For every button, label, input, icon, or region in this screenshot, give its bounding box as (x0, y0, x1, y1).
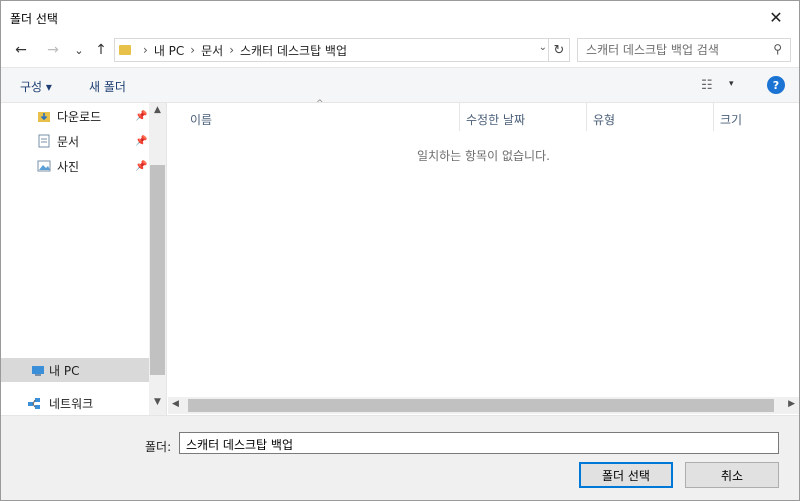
column-header-name[interactable]: 이름 (190, 107, 212, 131)
sidebar-item-downloads[interactable]: 다운로드 📌 (1, 104, 149, 128)
column-divider[interactable] (713, 103, 714, 131)
computer-icon (32, 366, 44, 376)
documents-icon (38, 134, 50, 148)
forward-button[interactable]: → (43, 41, 63, 59)
sidebar-item-network[interactable]: 네트워크 (1, 391, 149, 415)
close-icon: ✕ (769, 7, 783, 27)
scroll-down-icon[interactable]: ▼ (149, 397, 166, 413)
new-folder-button[interactable]: 새 폴더 (89, 78, 126, 95)
refresh-button[interactable]: ↻ (548, 39, 569, 61)
folder-field-label: 폴더: (145, 440, 172, 454)
folder-icon (119, 45, 131, 55)
dialog-title: 폴더 선택 (10, 12, 58, 26)
scrollbar-thumb[interactable] (188, 399, 774, 412)
scroll-left-icon[interactable]: ◀ (172, 399, 179, 409)
column-header-size[interactable]: 크기 (720, 107, 742, 131)
sidebar-item-label: 네트워크 (49, 396, 94, 411)
up-button[interactable]: ↑ (91, 41, 111, 59)
chevron-down-icon: ⌄ (74, 43, 84, 57)
scrollbar-thumb[interactable] (150, 165, 165, 375)
organize-button[interactable]: 구성 ▾ (20, 78, 52, 95)
search-input[interactable] (584, 41, 768, 59)
view-options-icon[interactable]: ☷ (701, 78, 713, 93)
recent-locations-button[interactable]: ⌄ (69, 41, 89, 59)
breadcrumb-separator: › (190, 43, 196, 57)
help-button[interactable]: ? (767, 76, 785, 94)
select-folder-button[interactable]: 폴더 선택 (579, 462, 673, 488)
sidebar-item-label: 내 PC (49, 363, 80, 378)
cancel-button[interactable]: 취소 (685, 462, 779, 488)
sidebar-item-this-pc[interactable]: 내 PC (1, 358, 149, 382)
pin-icon[interactable]: 📌 (135, 161, 147, 172)
up-arrow-icon: ↑ (95, 42, 107, 58)
download-folder-icon (38, 112, 50, 122)
file-list-pane: ^ 이름 수정한 날짜 유형 크기 일치하는 항목이 없습니다. ◀ ▶ (168, 99, 799, 415)
sidebar-item-label: 다운로드 (57, 109, 102, 124)
chevron-down-icon: ⌄ (538, 42, 547, 53)
breadcrumb-documents[interactable]: 문서 (201, 42, 223, 59)
navigation-pane-scrollbar[interactable]: ▲ ▼ (149, 103, 166, 415)
network-icon (28, 398, 40, 409)
column-divider[interactable] (586, 103, 587, 131)
breadcrumb: › 내 PC › 문서 › 스캐터 데스크탑 백업 (137, 42, 347, 59)
pin-icon[interactable]: 📌 (135, 111, 147, 122)
sidebar-item-label: 사진 (57, 159, 80, 174)
close-button[interactable]: ✕ (753, 1, 799, 33)
search-icon: ⚲ (773, 42, 782, 56)
folder-name-input[interactable] (184, 435, 778, 453)
refresh-icon: ↻ (553, 42, 565, 58)
sidebar-item-documents[interactable]: 문서 📌 (1, 129, 149, 153)
sort-ascending-icon: ^ (316, 99, 324, 109)
pin-icon[interactable]: 📌 (135, 136, 147, 147)
search-box[interactable]: ⚲ (577, 38, 791, 62)
column-header-date-modified[interactable]: 수정한 날짜 (466, 107, 525, 131)
navigation-bar: ← → ⌄ ↑ › 내 PC › 문서 › 스캐터 데스크탑 백업 ⌄ ↻ 스캐… (1, 33, 799, 67)
title-bar: 폴더 선택 ✕ (1, 1, 799, 33)
dialog-footer: 폴더: 폴더 선택 취소 (1, 415, 799, 500)
command-toolbar: 구성 ▾ 새 폴더 ☷ ▾ ? (1, 67, 799, 103)
scroll-right-icon[interactable]: ▶ (788, 399, 795, 409)
breadcrumb-separator: › (229, 43, 235, 57)
folder-name-field[interactable] (179, 432, 779, 454)
pictures-icon (37, 160, 51, 172)
scroll-up-icon[interactable]: ▲ (149, 105, 166, 121)
address-bar[interactable]: › 내 PC › 문서 › 스캐터 데스크탑 백업 ⌄ ↻ (114, 38, 570, 62)
back-button[interactable]: ← (11, 41, 31, 59)
breadcrumb-current-folder[interactable]: 스캐터 데스크탑 백업 (240, 42, 347, 59)
forward-arrow-icon: → (47, 42, 59, 58)
address-dropdown-button[interactable]: ⌄ (539, 42, 547, 53)
navigation-pane: 다운로드 📌 문서 📌 사진 📌 내 PC 네트워크 ▲ ▼ (1, 103, 167, 415)
breadcrumb-separator: › (143, 43, 148, 57)
column-header-type[interactable]: 유형 (593, 107, 615, 131)
folder-select-dialog: 폴더 선택 ✕ ← → ⌄ ↑ › 내 PC › 문서 › 스캐터 데스크탑 백… (0, 0, 800, 501)
sidebar-item-pictures[interactable]: 사진 📌 (1, 154, 149, 178)
breadcrumb-this-pc[interactable]: 내 PC (154, 42, 184, 59)
back-arrow-icon: ← (15, 42, 27, 58)
column-divider[interactable] (459, 103, 460, 131)
empty-state-message: 일치하는 항목이 없습니다. (417, 149, 550, 163)
view-dropdown-icon[interactable]: ▾ (729, 79, 734, 89)
file-list-horizontal-scrollbar[interactable]: ◀ ▶ (168, 397, 799, 414)
sidebar-item-label: 문서 (57, 134, 80, 149)
